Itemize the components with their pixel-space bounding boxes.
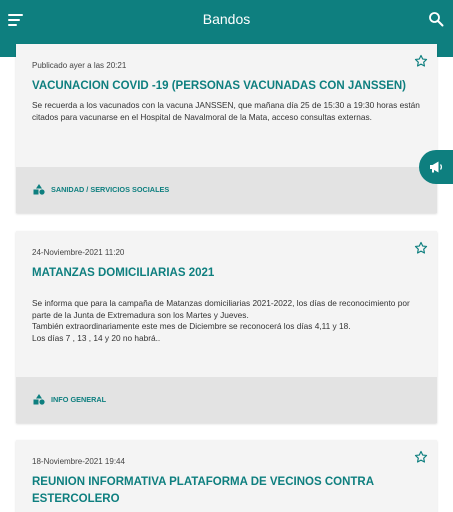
megaphone-icon (430, 161, 443, 173)
bando-category[interactable]: SANIDAD / SERVICIOS SOCIALES (51, 185, 169, 194)
star-icon[interactable] (414, 54, 428, 68)
bando-category[interactable]: INFO GENERAL (51, 395, 106, 404)
star-icon[interactable] (414, 450, 428, 464)
bando-date: 18-Noviembre-2021 19:44 (32, 457, 125, 466)
bando-title[interactable]: MATANZAS DOMICILIARIAS 2021 (32, 265, 423, 282)
bando-title[interactable]: VACUNACION COVID -19 (PERSONAS VACUNADAS… (32, 78, 423, 95)
bando-category-bar: SANIDAD / SERVICIOS SOCIALES (16, 167, 437, 213)
bando-card[interactable]: 18-Noviembre-2021 19:44 REUNION INFORMAT… (16, 440, 437, 512)
bando-body: Se informa que para la campaña de Matanz… (32, 298, 410, 343)
page-title: Bandos (202, 11, 251, 27)
category-shapes-icon (33, 394, 45, 405)
bando-card[interactable]: 24-Noviembre-2021 11:20 MATANZAS DOMICIL… (16, 231, 437, 423)
bando-body: Se recuerda a los vacunados con la vacun… (32, 100, 420, 122)
bando-card[interactable]: Publicado ayer a las 20:21 VACUNACION CO… (16, 44, 437, 213)
bando-date: 24-Noviembre-2021 11:20 (32, 248, 125, 257)
bando-title[interactable]: REUNION INFORMATIVA PLATAFORMA DE VECINO… (32, 474, 423, 508)
category-shapes-icon (33, 184, 45, 195)
search-icon[interactable] (428, 11, 444, 27)
bando-date: Publicado ayer a las 20:21 (32, 61, 127, 70)
announcements-button[interactable] (419, 150, 453, 184)
bando-category-bar: INFO GENERAL (16, 377, 437, 423)
star-icon[interactable] (414, 241, 428, 255)
